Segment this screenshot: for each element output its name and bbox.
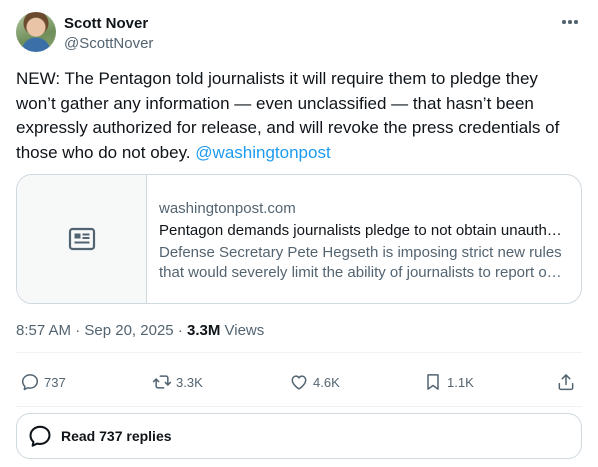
tweet-meta: 8:57 AM · Sep 20, 2025 · 3.3M Views — [16, 321, 264, 341]
card-domain: washingtonpost.com — [159, 200, 296, 217]
retweet-icon — [152, 375, 172, 389]
tweet-header: Scott Nover @ScottNover — [16, 12, 582, 54]
more-options-icon[interactable] — [558, 12, 582, 32]
reply-bubble-icon — [29, 425, 51, 447]
card-description: Defense Secretary Pete Hegseth is imposi… — [159, 244, 562, 281]
card-thumbnail — [17, 175, 147, 303]
views-label: Views — [224, 322, 265, 339]
meta-separator: · — [75, 322, 81, 339]
read-replies-label: Read 737 replies — [61, 428, 172, 444]
tweet-text: NEW: The Pentagon told journalists it wi… — [16, 67, 582, 165]
action-bar: 737 3.3K 4.6K 1.1K — [16, 367, 582, 397]
reply-count: 737 — [44, 374, 66, 390]
reply-icon — [21, 374, 39, 391]
mention-link[interactable]: @washingtonpost — [195, 143, 330, 162]
read-replies-button[interactable]: Read 737 replies — [16, 413, 582, 459]
tweet-date[interactable]: Sep 20, 2025 — [84, 322, 173, 339]
like-button[interactable]: 4.6K — [289, 367, 340, 397]
bookmark-icon — [427, 374, 439, 390]
card-body: washingtonpost.com Pentagon demands jour… — [159, 199, 569, 283]
like-count: 4.6K — [313, 374, 340, 390]
author-name[interactable]: Scott Nover — [64, 14, 148, 34]
news-article-icon — [68, 227, 95, 251]
avatar[interactable] — [16, 12, 56, 52]
retweet-count: 3.3K — [176, 374, 203, 390]
author-handle[interactable]: @ScottNover — [64, 34, 153, 54]
tweet-time[interactable]: 8:57 AM — [16, 322, 71, 339]
meta-separator-2: · — [177, 322, 183, 339]
bookmark-count: 1.1K — [447, 374, 474, 390]
card-title: Pentagon demands journalists pledge to n… — [159, 222, 562, 239]
share-icon — [558, 374, 574, 391]
reply-button[interactable]: 737 — [20, 367, 66, 397]
views-count: 3.3M — [186, 322, 221, 339]
retweet-button[interactable]: 3.3K — [152, 367, 203, 397]
heart-icon — [291, 375, 307, 390]
share-button[interactable] — [556, 367, 576, 397]
bookmark-button[interactable]: 1.1K — [423, 367, 474, 397]
divider-bottom — [16, 406, 582, 407]
link-card[interactable]: washingtonpost.com Pentagon demands jour… — [16, 174, 582, 304]
divider-top — [16, 352, 582, 353]
